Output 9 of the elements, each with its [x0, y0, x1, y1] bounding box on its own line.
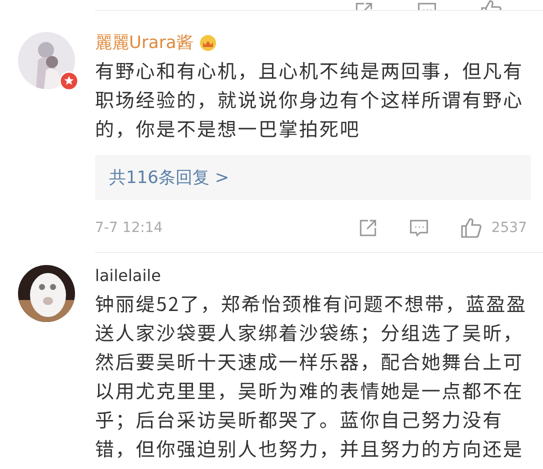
user-name[interactable]: lailelaile — [95, 266, 161, 284]
crown-icon — [198, 32, 218, 52]
comment-time: 7-7 12:14 — [95, 220, 164, 236]
thumbs-up-icon[interactable] — [459, 216, 484, 240]
replies-link[interactable]: 共116条回复 > — [95, 155, 531, 200]
comment-text: 钟丽缇52了，郑希怡颈椎有问题不想带，蓝盈盈 送人家沙袋要人家绑着沙袋练；分组选了吴昕， 然后要吴昕十天速成一样乐器，配合她舞台上可 以用尤克里里，吴昕为难的表情她是一点都不在 乎；后台采访吴昕都哭了。蓝你自己努力没有 错，但你强迫别人也努力，并且努力的方向还是 — [95, 289, 528, 463]
like-count: 2537 — [491, 220, 527, 236]
user-name[interactable]: 麗麗Urara酱 — [95, 30, 194, 54]
comment-text: 有野心和有心机，且心机不纯是两回事，但凡有 职场经验的，就说说你身边有个这样所谓有野心 的，你是不是想一巴掌拍死吧 — [95, 56, 524, 143]
